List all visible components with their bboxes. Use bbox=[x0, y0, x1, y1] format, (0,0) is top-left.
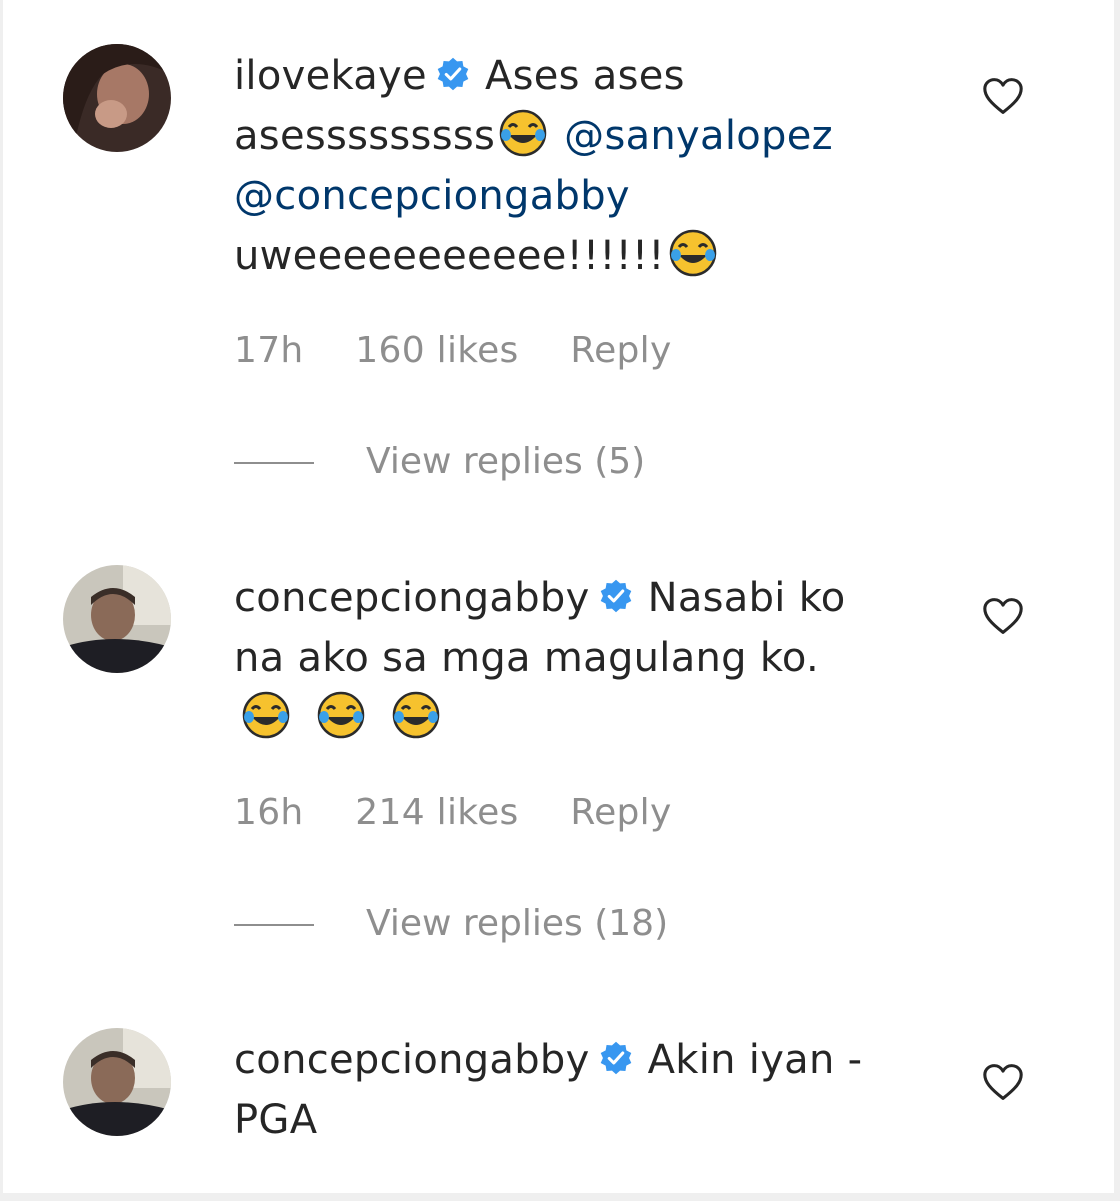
mention-link[interactable]: @sanyalopez bbox=[564, 113, 833, 159]
comment-time[interactable]: 16h bbox=[234, 792, 304, 833]
comment-text: asesssssssss bbox=[234, 113, 496, 159]
heart-outline-icon[interactable] bbox=[981, 1062, 1025, 1102]
avatar-image bbox=[63, 565, 171, 673]
face-with-tears-of-joy-icon bbox=[242, 691, 290, 739]
comment-body: concepciongabby Nasabi ko na ako sa mga m… bbox=[234, 568, 934, 748]
reply-button[interactable]: Reply bbox=[570, 330, 671, 371]
comment-username[interactable]: ilovekaye bbox=[234, 53, 427, 99]
comment-text: PGA bbox=[234, 1097, 318, 1143]
divider-line bbox=[234, 924, 314, 926]
verified-badge-icon bbox=[600, 1041, 631, 1075]
mention-link[interactable]: @concepciongabby bbox=[234, 173, 630, 219]
divider-line bbox=[234, 462, 314, 464]
comment-text: uweeeeeeeeeee!!!!!! bbox=[234, 233, 665, 279]
view-replies-label: View replies (5) bbox=[366, 441, 646, 482]
view-replies-button[interactable]: View replies (5) bbox=[234, 441, 645, 482]
avatar[interactable] bbox=[63, 44, 171, 152]
comment-meta: 17h 160 likes Reply bbox=[234, 330, 712, 371]
heart-outline-icon[interactable] bbox=[981, 76, 1025, 116]
emoji-group bbox=[238, 691, 444, 741]
avatar-image bbox=[63, 44, 171, 152]
comment-text: na ako sa mga magulang ko. bbox=[234, 635, 819, 681]
face-with-tears-of-joy-icon bbox=[317, 691, 365, 739]
comment-text: Nasabi ko bbox=[647, 575, 846, 621]
comment-username[interactable]: concepciongabby bbox=[234, 575, 590, 621]
avatar[interactable] bbox=[63, 565, 171, 673]
comments-panel: ilovekaye Ases ases asesssssssss @sanyalo… bbox=[0, 0, 1120, 1201]
comment-username[interactable]: concepciongabby bbox=[234, 1037, 590, 1083]
verified-badge-icon bbox=[437, 57, 469, 91]
face-with-tears-of-joy-icon bbox=[669, 229, 716, 277]
comment-body: ilovekaye Ases ases asesssssssss @sanyalo… bbox=[234, 46, 934, 286]
avatar-image bbox=[63, 1028, 171, 1136]
heart-outline-icon[interactable] bbox=[981, 596, 1025, 636]
comment-likes[interactable]: 214 likes bbox=[355, 792, 518, 833]
avatar[interactable] bbox=[63, 1028, 171, 1136]
comment-time[interactable]: 17h bbox=[234, 330, 304, 371]
comment-text: Akin iyan - bbox=[647, 1037, 863, 1083]
comment-meta: 16h 214 likes Reply bbox=[234, 792, 712, 833]
view-replies-label: View replies (18) bbox=[366, 903, 669, 944]
face-with-tears-of-joy-icon bbox=[499, 109, 547, 157]
comment-likes[interactable]: 160 likes bbox=[355, 330, 518, 371]
verified-badge-icon bbox=[600, 579, 631, 613]
comment-text: Ases ases bbox=[484, 53, 685, 99]
view-replies-button[interactable]: View replies (18) bbox=[234, 903, 668, 944]
face-with-tears-of-joy-icon bbox=[392, 691, 440, 739]
reply-button[interactable]: Reply bbox=[570, 792, 671, 833]
comment-body: concepciongabby Akin iyan - PGA bbox=[234, 1030, 934, 1150]
